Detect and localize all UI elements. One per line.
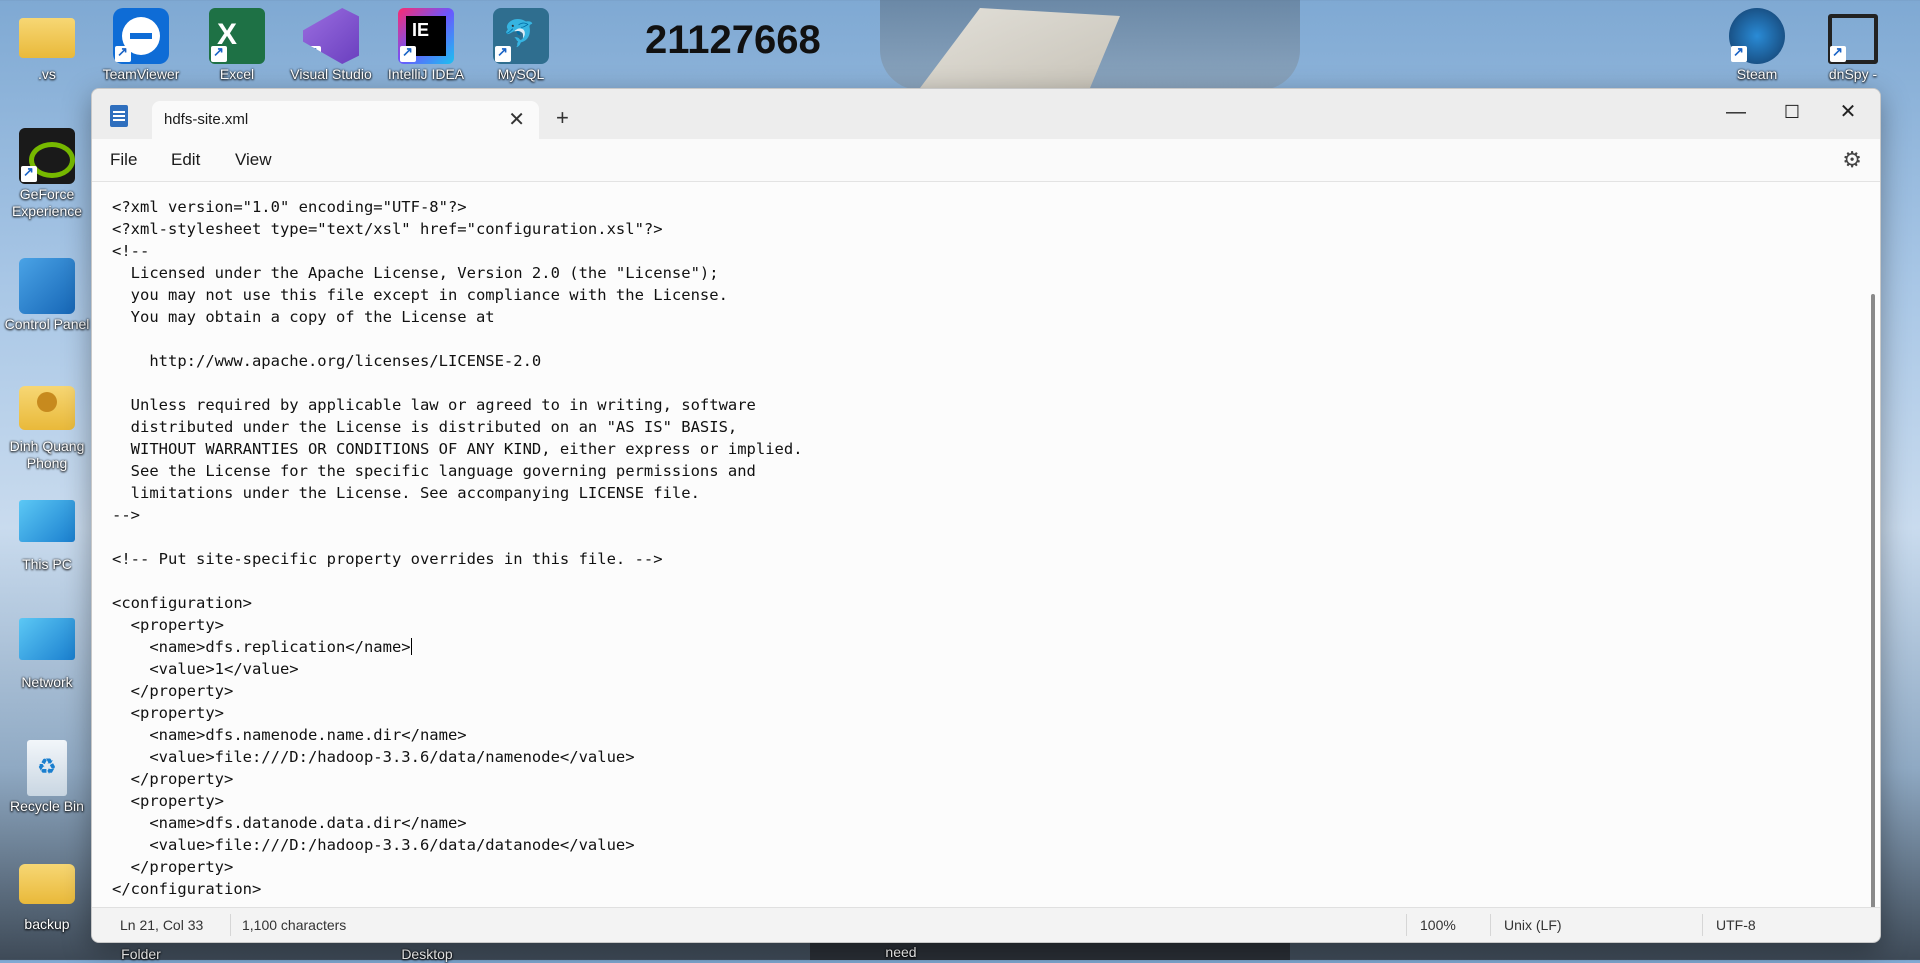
desktop-icon-user-folder[interactable]: Dinh Quang Phong <box>0 380 94 472</box>
geforce-icon <box>19 128 75 184</box>
menu-file[interactable]: File <box>110 150 137 170</box>
text-editor[interactable]: <?xml version="1.0" encoding="UTF-8"?> <… <box>92 182 1880 942</box>
dnspy-icon <box>1828 14 1878 64</box>
status-zoom[interactable]: 100% <box>1420 917 1456 933</box>
desktop-icon-steam[interactable]: Steam <box>1710 8 1804 83</box>
minimize-button[interactable]: — <box>1708 95 1764 129</box>
status-separator <box>1406 914 1407 936</box>
title-bar[interactable]: hdfs-site.xml ✕ + — ☐ ✕ <box>92 89 1880 139</box>
desktop-icon-control-panel[interactable]: Control Panel <box>0 258 94 333</box>
desktop-icon-dnspy[interactable]: dnSpy - <box>1806 8 1900 83</box>
vertical-scrollbar[interactable] <box>1871 294 1875 942</box>
folder-icon <box>19 18 75 58</box>
desktop-label-desktop[interactable]: Desktop <box>380 944 474 963</box>
desktop-icon-geforce[interactable]: GeForce Experience <box>0 128 94 220</box>
menu-bar: File Edit View ⚙ <box>92 139 1880 182</box>
desktop-icon-intellij[interactable]: IE IntelliJ IDEA <box>379 8 473 83</box>
steam-icon <box>1729 8 1785 64</box>
desktop-icon-this-pc[interactable]: This PC <box>0 500 94 573</box>
close-window-button[interactable]: ✕ <box>1820 95 1876 129</box>
status-character-count: 1,100 characters <box>242 917 347 933</box>
desktop-icon-visual-studio[interactable]: Visual Studio <box>284 8 378 83</box>
status-bar: Ln 21, Col 33 1,100 characters 100% Unix… <box>92 907 1880 942</box>
close-tab-icon[interactable]: ✕ <box>508 107 525 132</box>
desktop-icon-excel[interactable]: X Excel <box>190 8 284 83</box>
network-icon <box>19 618 75 660</box>
notepad-window[interactable]: hdfs-site.xml ✕ + — ☐ ✕ File Edit View ⚙… <box>91 88 1881 943</box>
desktop-label-folder[interactable]: Folder <box>94 944 188 963</box>
maximize-button[interactable]: ☐ <box>1764 95 1820 129</box>
monitor-icon <box>19 500 75 542</box>
control-panel-icon <box>19 258 75 314</box>
tab-title: hdfs-site.xml <box>164 111 249 128</box>
status-separator <box>1490 914 1491 936</box>
tab-hdfs-site[interactable]: hdfs-site.xml ✕ <box>152 101 539 139</box>
status-encoding[interactable]: UTF-8 <box>1716 917 1756 933</box>
mysql-icon: 🐬 <box>493 8 549 64</box>
desktop-number-label: 21127668 <box>645 18 821 62</box>
desktop-icon-mysql[interactable]: 🐬 MySQL <box>474 8 568 83</box>
editor-content[interactable]: <?xml version="1.0" encoding="UTF-8"?> <… <box>112 196 803 900</box>
status-line-ending[interactable]: Unix (LF) <box>1504 917 1562 933</box>
desktop-icon-teamviewer[interactable]: TeamViewer <box>94 8 188 83</box>
new-tab-button[interactable]: + <box>556 105 569 131</box>
notepad-app-icon <box>110 105 128 127</box>
teamviewer-icon <box>113 8 169 64</box>
text-caret <box>410 638 412 655</box>
status-separator <box>230 914 231 936</box>
desktop-label-need[interactable]: need <box>854 942 948 961</box>
desktop-icon-recycle-bin[interactable]: ♻ Recycle Bin <box>0 740 94 815</box>
editor-text-after-caret: <value>1</value> </property> <property> … <box>112 660 635 898</box>
desktop-icon-network[interactable]: Network <box>0 618 94 691</box>
excel-icon: X <box>209 8 265 64</box>
desktop-icon-backup-folder[interactable]: backup <box>0 864 94 933</box>
visual-studio-icon <box>303 8 359 64</box>
settings-gear-icon[interactable]: ⚙ <box>1842 147 1862 173</box>
menu-view[interactable]: View <box>235 150 272 170</box>
status-separator <box>1702 914 1703 936</box>
status-cursor-position[interactable]: Ln 21, Col 33 <box>120 917 203 933</box>
user-folder-icon <box>19 386 75 430</box>
menu-edit[interactable]: Edit <box>171 150 200 170</box>
recycle-bin-icon: ♻ <box>27 740 67 796</box>
editor-text-before-caret: <?xml version="1.0" encoding="UTF-8"?> <… <box>112 198 803 656</box>
intellij-icon: IE <box>398 8 454 64</box>
desktop-icon-vs-folder[interactable]: .vs <box>0 8 94 83</box>
folder-icon <box>19 864 75 904</box>
